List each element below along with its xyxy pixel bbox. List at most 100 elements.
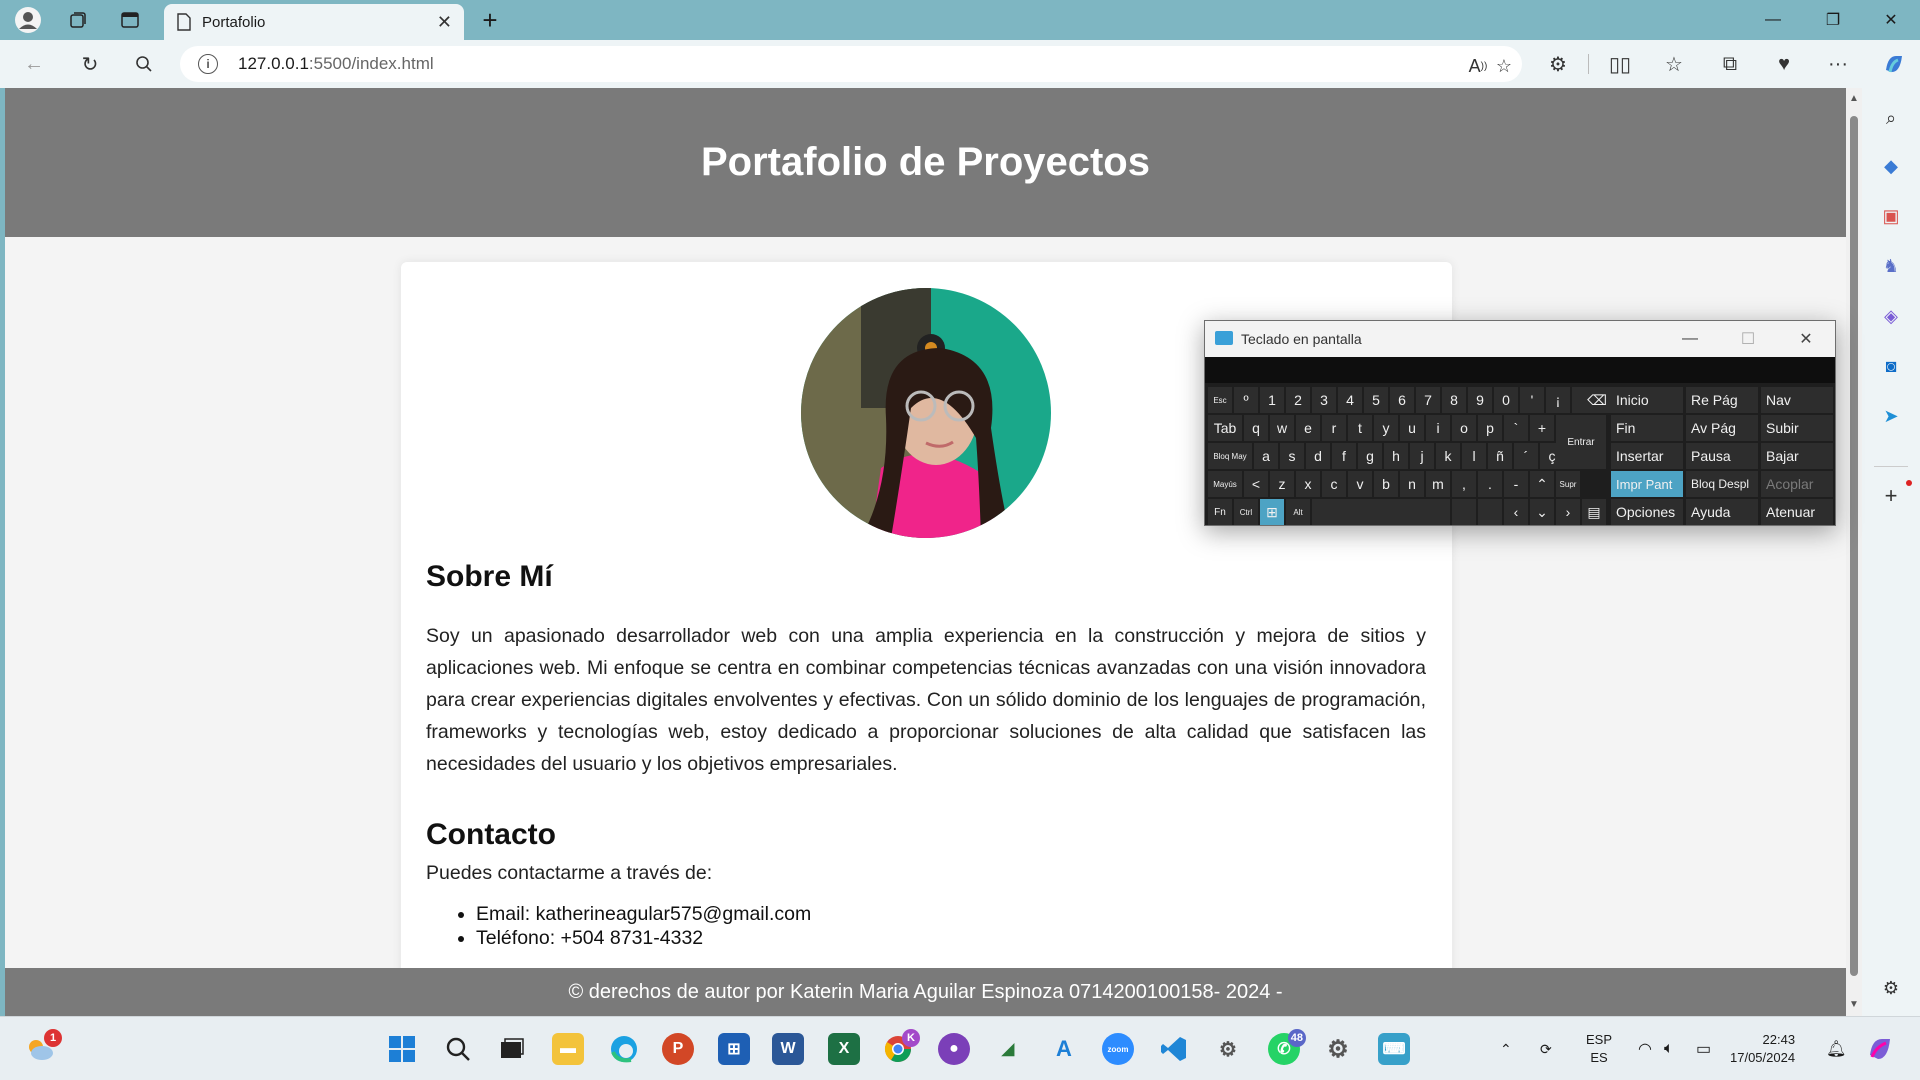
key[interactable]: ñ bbox=[1488, 443, 1512, 469]
key-fin[interactable]: Fin bbox=[1611, 415, 1683, 441]
wifi-icon[interactable]: ◠ bbox=[1638, 1017, 1652, 1080]
powerpoint-icon[interactable]: P bbox=[662, 1033, 694, 1065]
key[interactable]: . bbox=[1478, 471, 1502, 497]
close-tab-icon[interactable]: ✕ bbox=[437, 12, 452, 33]
key-esc[interactable]: Esc bbox=[1208, 387, 1232, 413]
key-tab[interactable]: Tab bbox=[1208, 415, 1242, 441]
osk-maximize-button[interactable]: ☐ bbox=[1719, 321, 1777, 357]
arrow-right-key[interactable]: › bbox=[1556, 499, 1580, 525]
extensions-icon[interactable]: ⚙ bbox=[1544, 50, 1572, 78]
key[interactable]: ` bbox=[1504, 415, 1528, 441]
key[interactable]: j bbox=[1410, 443, 1434, 469]
games-icon[interactable]: ♞ bbox=[1879, 254, 1903, 278]
key-atenuar[interactable]: Atenuar bbox=[1761, 499, 1833, 525]
profile-icon[interactable] bbox=[12, 4, 44, 36]
vertical-tabs-icon[interactable] bbox=[114, 4, 146, 36]
settings-icon[interactable]: ⚙ bbox=[1322, 1033, 1354, 1065]
minimize-button[interactable]: — bbox=[1744, 0, 1802, 40]
send-icon[interactable]: ➤ bbox=[1879, 404, 1903, 428]
key-capslock[interactable]: Bloq May bbox=[1208, 443, 1252, 469]
key[interactable]: e bbox=[1296, 415, 1320, 441]
menu-key[interactable]: ▤ bbox=[1582, 499, 1606, 525]
microsoft365-icon[interactable]: ◈ bbox=[1879, 304, 1903, 328]
key[interactable]: n bbox=[1400, 471, 1424, 497]
key[interactable]: o bbox=[1452, 415, 1476, 441]
key[interactable]: < bbox=[1244, 471, 1268, 497]
key-altgr[interactable] bbox=[1452, 499, 1476, 525]
start-button-icon[interactable] bbox=[386, 1033, 418, 1065]
key-ctrl[interactable]: Ctrl bbox=[1234, 499, 1258, 525]
key[interactable]: q bbox=[1244, 415, 1268, 441]
key-inicio[interactable]: Inicio bbox=[1611, 387, 1683, 413]
show-hidden-icons[interactable]: ⌃ bbox=[1500, 1017, 1512, 1080]
key[interactable]: i bbox=[1426, 415, 1450, 441]
favorite-star-icon[interactable]: ☆ bbox=[1492, 54, 1516, 78]
key-ayuda[interactable]: Ayuda bbox=[1686, 499, 1758, 525]
app-bird-icon[interactable]: ⚙ bbox=[1212, 1033, 1244, 1065]
scroll-up-icon[interactable]: ▲ bbox=[1848, 92, 1860, 104]
key[interactable]: 2 bbox=[1286, 387, 1310, 413]
key-opciones[interactable]: Opciones bbox=[1611, 499, 1683, 525]
site-info-icon[interactable]: i bbox=[198, 54, 218, 74]
key[interactable]: s bbox=[1280, 443, 1304, 469]
key[interactable]: + bbox=[1530, 415, 1554, 441]
restore-button[interactable]: ❐ bbox=[1804, 0, 1862, 40]
add-sidebar-app-icon[interactable]: + bbox=[1879, 483, 1903, 508]
key[interactable]: º bbox=[1234, 387, 1258, 413]
key[interactable]: 7 bbox=[1416, 387, 1440, 413]
task-view-icon[interactable] bbox=[496, 1033, 528, 1065]
sidebar-settings-icon[interactable]: ⚙ bbox=[1879, 976, 1903, 1000]
tab-portafolio[interactable]: Portafolio ✕ bbox=[164, 4, 464, 40]
new-tab-button[interactable]: + bbox=[474, 4, 506, 36]
key[interactable]: 8 bbox=[1442, 387, 1466, 413]
spacebar-key[interactable] bbox=[1312, 499, 1450, 525]
read-aloud-icon[interactable]: A)) bbox=[1466, 54, 1490, 78]
key-pausa[interactable]: Pausa bbox=[1686, 443, 1758, 469]
app-icon[interactable]: ◢ bbox=[992, 1033, 1024, 1065]
key[interactable]: u bbox=[1400, 415, 1424, 441]
zoom-icon[interactable]: zoom bbox=[1102, 1033, 1134, 1065]
browser-essentials-icon[interactable]: ♥ bbox=[1770, 50, 1798, 78]
excel-icon[interactable]: X bbox=[828, 1033, 860, 1065]
arrow-down-key[interactable]: ⌄ bbox=[1530, 499, 1554, 525]
key[interactable]: ç bbox=[1540, 443, 1564, 469]
key[interactable]: r bbox=[1322, 415, 1346, 441]
arrow-left-key[interactable]: ‹ bbox=[1504, 499, 1528, 525]
language-indicator[interactable]: ESP ES bbox=[1586, 1017, 1612, 1080]
key[interactable]: ' bbox=[1520, 387, 1544, 413]
key-subir[interactable]: Subir bbox=[1761, 415, 1833, 441]
edge-browser-icon[interactable] bbox=[608, 1033, 640, 1065]
workspaces-icon[interactable] bbox=[62, 4, 94, 36]
search-icon[interactable] bbox=[442, 1033, 474, 1065]
key-bloqdespl[interactable]: Bloq Despl bbox=[1686, 471, 1758, 497]
key[interactable]: w bbox=[1270, 415, 1294, 441]
key[interactable]: l bbox=[1462, 443, 1486, 469]
key[interactable]: f bbox=[1332, 443, 1356, 469]
key[interactable]: ´ bbox=[1514, 443, 1538, 469]
shopping-tag-icon[interactable]: ◆ bbox=[1879, 154, 1903, 178]
back-button[interactable]: ← bbox=[18, 48, 50, 80]
key-bajar[interactable]: Bajar bbox=[1761, 443, 1833, 469]
key-shift[interactable]: Mayús bbox=[1208, 471, 1242, 497]
collections-icon[interactable]: ⧉ bbox=[1716, 50, 1744, 78]
key[interactable]: , bbox=[1452, 471, 1476, 497]
key[interactable]: 1 bbox=[1260, 387, 1284, 413]
microsoft-store-icon[interactable]: ⊞ bbox=[718, 1033, 750, 1065]
address-bar[interactable]: i 127.0.0.1:5500/index.html A)) ☆ bbox=[180, 46, 1522, 82]
whatsapp-icon[interactable]: ✆ 48 bbox=[1268, 1029, 1306, 1065]
favorites-icon[interactable]: ☆ bbox=[1660, 50, 1688, 78]
key-alt[interactable]: Alt bbox=[1286, 499, 1310, 525]
copilot-icon[interactable] bbox=[1880, 50, 1908, 78]
key[interactable]: k bbox=[1436, 443, 1460, 469]
file-explorer-icon[interactable]: ▬ bbox=[552, 1033, 584, 1065]
key-acoplar[interactable]: Acoplar bbox=[1761, 471, 1833, 497]
key[interactable]: ¡ bbox=[1546, 387, 1570, 413]
key[interactable]: c bbox=[1322, 471, 1346, 497]
key[interactable]: 3 bbox=[1312, 387, 1336, 413]
key-fn[interactable]: Fn bbox=[1208, 499, 1232, 525]
split-screen-icon[interactable]: ▯▯ bbox=[1606, 50, 1634, 78]
key[interactable]: - bbox=[1504, 471, 1528, 497]
copilot-taskbar-icon[interactable] bbox=[1866, 1017, 1894, 1080]
key[interactable]: p bbox=[1478, 415, 1502, 441]
key-supr[interactable]: Supr bbox=[1556, 471, 1580, 497]
